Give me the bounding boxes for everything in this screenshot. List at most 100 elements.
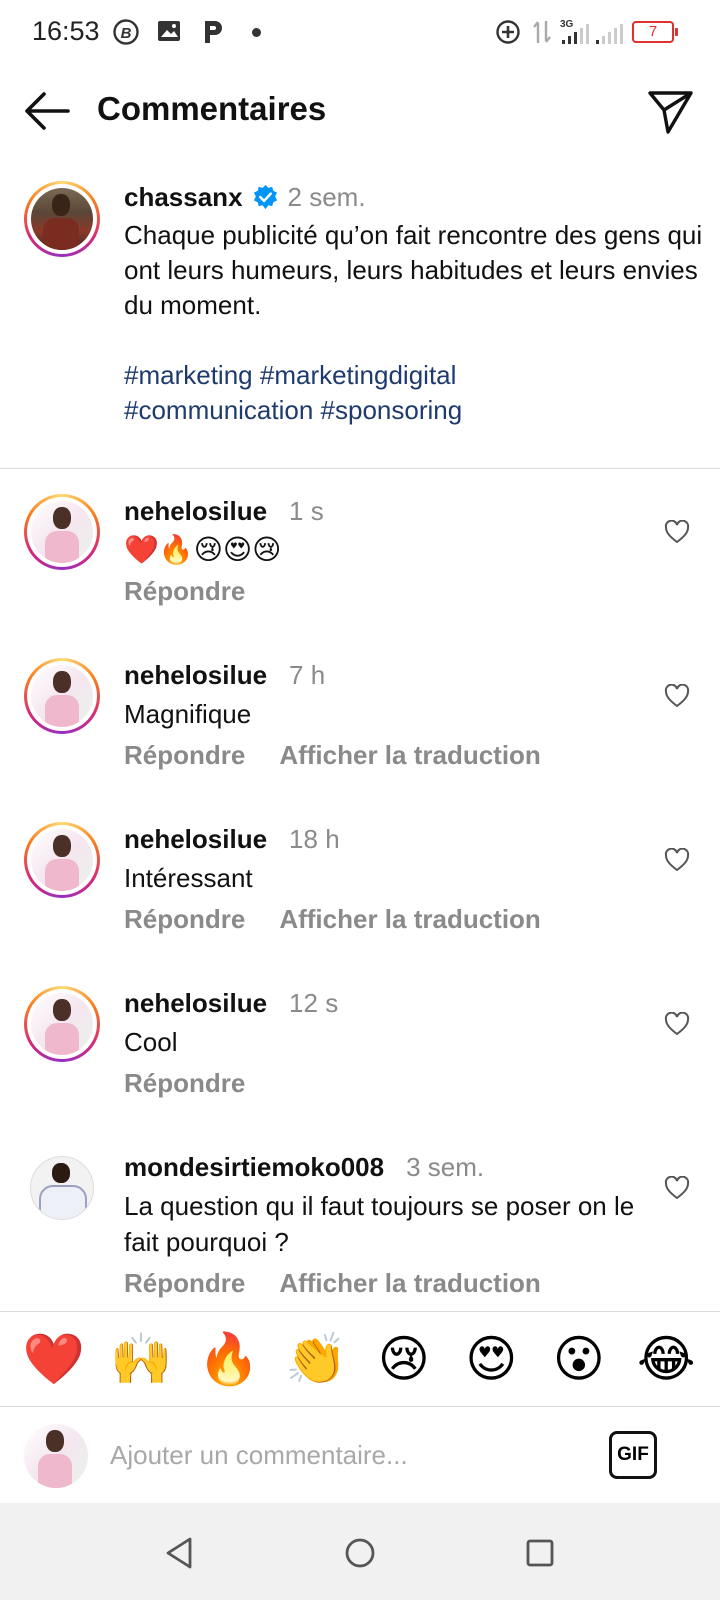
svg-text:3G: 3G: [560, 19, 574, 30]
add-circle-icon: [494, 18, 522, 46]
b-icon: B: [112, 18, 140, 46]
post-caption: chassanx 2 sem. Chaque publicité qu’on f…: [0, 180, 720, 468]
emoji-surprised-button[interactable]: 😮: [544, 1329, 614, 1389]
status-time: 16:53: [32, 16, 100, 46]
current-user-avatar: [24, 1424, 88, 1488]
comment-meta: nehelosilue 18 h: [124, 824, 340, 855]
gallery-icon: [156, 18, 184, 46]
comment-actions: Répondre: [124, 576, 245, 607]
comment-meta: mondesirtiemoko008 3 sem.: [124, 1152, 484, 1183]
hashtags: #marketing #marketingdigital #communicat…: [124, 358, 704, 428]
comment-item: nehelosilue 12 s Cool Répondre: [0, 986, 720, 1118]
header: Commentaires: [0, 66, 720, 156]
comment-time: 18 h: [289, 824, 340, 854]
comment-actions: Répondre Afficher la traduction: [124, 904, 541, 935]
avatar[interactable]: [24, 822, 100, 898]
emoji-heart-button[interactable]: ❤️: [19, 1329, 89, 1389]
post-username[interactable]: chassanx: [124, 182, 243, 213]
comment-item: mondesirtiemoko008 3 sem. La question qu…: [0, 1152, 720, 1310]
comment-time: 1 s: [289, 496, 324, 526]
p-icon: [200, 18, 226, 46]
avatar[interactable]: [24, 658, 100, 734]
comment-actions: Répondre Afficher la traduction: [124, 740, 541, 771]
reply-button[interactable]: Répondre: [124, 740, 245, 771]
heart-icon[interactable]: [664, 684, 690, 708]
emoji-heart-eyes-button[interactable]: 😍: [456, 1329, 526, 1389]
reply-button[interactable]: Répondre: [124, 1068, 245, 1099]
comment-text: Magnifique: [124, 699, 252, 729]
comment-time: 3 sem.: [406, 1152, 485, 1182]
page-title: Commentaires: [97, 90, 327, 127]
battery-icon: 7: [632, 21, 678, 43]
emoji-raised-hands-button[interactable]: 🙌: [106, 1329, 176, 1389]
comment-meta: nehelosilue 1 s: [124, 496, 324, 527]
emoji-cry-button[interactable]: 😢: [369, 1329, 439, 1389]
dot-icon: [252, 28, 261, 37]
nav-home-button[interactable]: [340, 1533, 380, 1573]
share-button[interactable]: [646, 86, 696, 136]
emoji-laugh-button[interactable]: 😂: [631, 1329, 701, 1389]
comment-time: 12 s: [289, 988, 339, 1018]
nav-back-button[interactable]: [160, 1533, 200, 1573]
avatar[interactable]: [30, 1156, 94, 1220]
heart-icon[interactable]: [664, 848, 690, 872]
translate-button[interactable]: Afficher la traduction: [279, 904, 540, 935]
comment-time: 7 h: [289, 660, 326, 690]
send-icon: [648, 91, 693, 134]
comment-item: nehelosilue 7 h Magnifique Répondre Affi…: [0, 658, 720, 790]
comment-text: ❤️🔥😢😍😢: [124, 534, 282, 565]
reply-button[interactable]: Répondre: [124, 1268, 245, 1299]
hashtag-link[interactable]: #sponsoring: [321, 395, 463, 425]
arrow-left-icon: [25, 92, 70, 130]
comment-username[interactable]: nehelosilue: [124, 660, 267, 691]
signal-icon-2: [594, 18, 626, 46]
circle-home-icon: [345, 1538, 375, 1568]
system-nav-bar: [0, 1503, 720, 1600]
signal-icon: 3G: [556, 18, 596, 46]
commenter-photo: [31, 993, 93, 1055]
verified-badge-icon: [253, 184, 277, 210]
post-time: 2 sem.: [287, 182, 366, 212]
comment-text: Intéressant: [124, 863, 253, 893]
heart-icon[interactable]: [664, 1176, 690, 1200]
comment-item: nehelosilue 18 h Intéressant Répondre Af…: [0, 822, 720, 954]
hashtag-link[interactable]: #communication: [124, 395, 313, 425]
comment-username[interactable]: nehelosilue: [124, 496, 267, 527]
comment-text: Cool: [124, 1027, 178, 1057]
avatar[interactable]: [24, 494, 100, 570]
comment-input-bar: GIF: [0, 1407, 720, 1503]
comment-username[interactable]: mondesirtiemoko008: [124, 1152, 384, 1183]
post-meta: chassanx 2 sem.: [124, 182, 366, 213]
hashtag-link[interactable]: #marketingdigital: [260, 360, 457, 390]
status-bar: 16:53 B 3G 7: [0, 0, 720, 66]
reply-button[interactable]: Répondre: [124, 904, 245, 935]
comment-text: La question qu il faut toujours se poser…: [124, 1191, 635, 1257]
emoji-clap-button[interactable]: 👏: [281, 1329, 351, 1389]
emoji-fire-button[interactable]: 🔥: [194, 1329, 264, 1389]
back-button[interactable]: [22, 88, 72, 134]
comment-item: nehelosilue 1 s ❤️🔥😢😍😢 Répondre: [0, 494, 720, 626]
comment-username[interactable]: nehelosilue: [124, 824, 267, 855]
heart-icon[interactable]: [664, 1012, 690, 1036]
comment-username[interactable]: nehelosilue: [124, 988, 267, 1019]
nav-recents-button[interactable]: [520, 1533, 560, 1573]
commenter-photo: [31, 829, 93, 891]
reply-button[interactable]: Répondre: [124, 576, 245, 607]
comment-meta: nehelosilue 7 h: [124, 660, 325, 691]
avatar[interactable]: [24, 986, 100, 1062]
translate-button[interactable]: Afficher la traduction: [279, 740, 540, 771]
comment-meta: nehelosilue 12 s: [124, 988, 338, 1019]
caption-text: Chaque publicité qu’on fait rencontre de…: [124, 220, 703, 320]
comment-input[interactable]: [110, 1431, 570, 1479]
svg-text:B: B: [121, 25, 132, 42]
triangle-back-icon: [166, 1537, 192, 1569]
avatar[interactable]: [24, 181, 100, 257]
heart-icon[interactable]: [664, 520, 690, 544]
translate-button[interactable]: Afficher la traduction: [279, 1268, 540, 1299]
hashtag-link[interactable]: #marketing: [124, 360, 253, 390]
commenter-photo: [31, 501, 93, 563]
divider: [0, 468, 720, 469]
gif-button[interactable]: GIF: [609, 1431, 657, 1479]
quick-emoji-bar: ❤️ 🙌 🔥 👏 😢 😍 😮 😂: [0, 1312, 720, 1406]
commenter-photo: [31, 665, 93, 727]
